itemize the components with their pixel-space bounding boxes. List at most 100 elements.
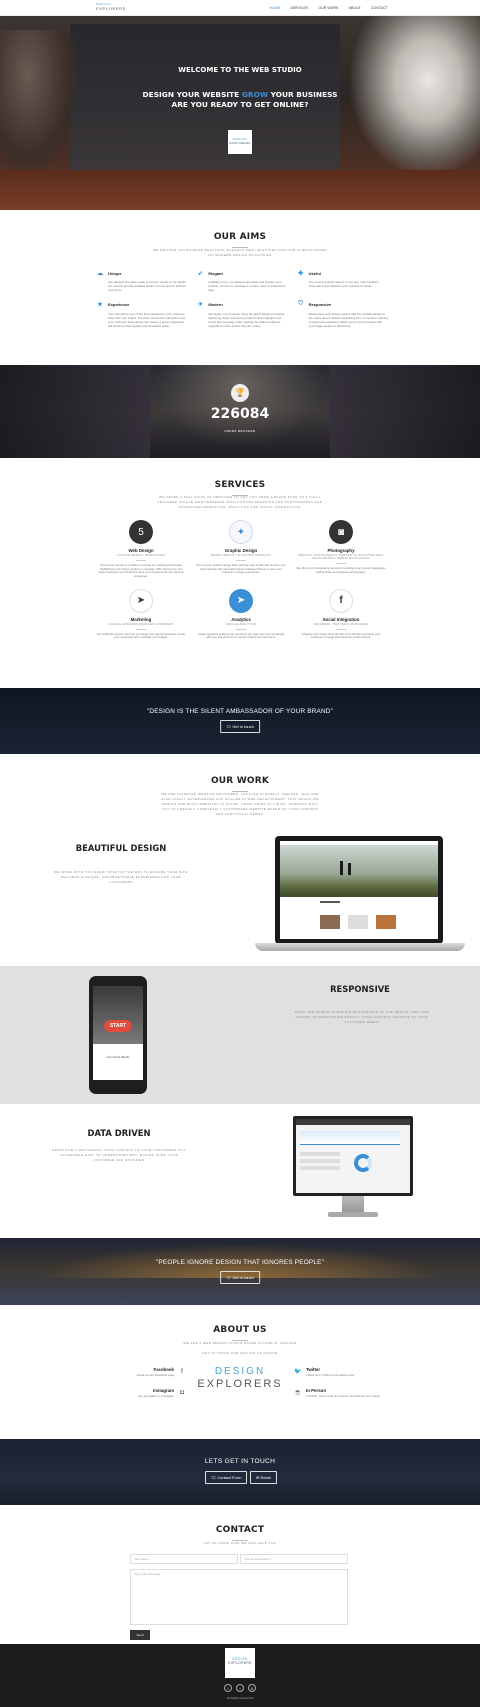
name-input[interactable]: Your Name *: [130, 1554, 238, 1564]
service-text: Our primary service is to deliver a uniq…: [98, 562, 184, 579]
service-photography: ◙ Photography PRODUCT PHOTOGRAPHY, PORTR…: [296, 520, 386, 579]
about-subtitle-2: GET IN TOUCH AND FOLLOW US ONLINE: [202, 1351, 278, 1355]
service-name: Social Integration: [322, 616, 360, 622]
analytics-icon: ➤: [229, 588, 253, 613]
contact-form-button[interactable]: 🗨 Contact Form: [205, 1471, 248, 1484]
chat-icon: 🗨: [211, 1475, 217, 1480]
service-text: Using integrated analytics we can show y…: [197, 631, 285, 640]
quote-text: "PEOPLE IGNORE DESIGN THAT IGNORES PEOPL…: [155, 1259, 325, 1266]
chat-icon: 🗨: [226, 724, 232, 729]
about-logo-line2: EXPLORERS: [197, 1378, 283, 1390]
about-twitter[interactable]: Twitter Follow us on Twitter for the lat…: [306, 1367, 396, 1377]
about-in-person: In Person In Dublin. Come meet us in per…: [306, 1388, 396, 1398]
hero-logo-line2: EXPLORERS: [229, 141, 251, 145]
nav-item-our-work[interactable]: OUR WORK: [318, 6, 338, 10]
service-social: f Social Integration FACEBOOK, TWITTER &…: [296, 588, 386, 640]
phone-mockup: START Let's Get Its Results: [89, 976, 147, 1094]
counter-number: 226084: [210, 406, 270, 422]
nav-item-contact[interactable]: CONTACT: [371, 6, 388, 10]
aims-section: OUR AIMS WE DELIVER TAILOR MADE BEAUTIFU…: [0, 210, 480, 365]
about-subtitle-1: WE ARE A WEB DESIGN STUDIO BASED IN DUBL…: [183, 1341, 297, 1345]
contact-subtitle: LET US KNOW HOW WE CAN HELP YOU: [203, 1541, 277, 1545]
beautiful-design-title: BEAUTIFUL DESIGN: [75, 843, 167, 853]
about-logo: DESIGN EXPLORERS: [197, 1366, 283, 1398]
monitor-foot: [328, 1212, 378, 1217]
aim-elegant: ➶ Elegant Usability is key, our designs a…: [196, 269, 287, 293]
facebook-icon[interactable]: f: [224, 1684, 232, 1692]
email-label: Email: [260, 1475, 271, 1480]
data-driven-section: DATA DRIVEN EFFECTIVELY DELIVERING YOUR …: [0, 1104, 480, 1238]
preview-thumb: [348, 915, 368, 929]
service-divider: [136, 629, 146, 630]
nav-item-home[interactable]: HOME: [269, 6, 280, 10]
laptop-base: [255, 943, 465, 951]
analytics-dashboard: [296, 1119, 410, 1193]
service-tag: GOOGLE ANALYTICS: [225, 622, 257, 626]
service-name: Web Design: [128, 548, 154, 553]
service-divider: [136, 560, 146, 561]
hero-logo: DESIGN EXPLORERS: [228, 130, 252, 154]
about-instagram[interactable]: Instagram See our gallery on Instagram: [84, 1388, 174, 1398]
quote-section-1: "DESIGN IS THE SILENT AMBASSADOR OF YOUR…: [0, 688, 480, 754]
hero-headline-a: DESIGN YOUR WEBSITE: [142, 90, 242, 99]
service-text: We offer a full photography service for …: [296, 565, 386, 574]
footer-logo-line2: EXPLORERS: [228, 1661, 252, 1666]
email-button[interactable]: ✉ Email: [250, 1471, 277, 1484]
instagram-icon[interactable]: ◘: [178, 1389, 186, 1397]
monitor-screen: [293, 1116, 413, 1196]
aims-grid: ☁ Unique Our designs are tailor made to s…: [96, 269, 388, 329]
get-in-touch-button[interactable]: 🗨 Get in touch: [220, 1271, 260, 1284]
phone-caption: Let's Get Its Results: [106, 1056, 130, 1059]
camera-icon: ◙: [329, 520, 353, 544]
footer-copyright: All Rights Reserved: [226, 1696, 254, 1700]
aims-title: OUR AIMS: [213, 232, 267, 242]
plane-icon: ✈: [197, 302, 203, 309]
about-facebook-text: Check out our Facebook page: [136, 1373, 174, 1377]
aim-text: Your site will be one of the first inter…: [108, 311, 186, 329]
instagram-icon[interactable]: ◘: [248, 1684, 256, 1692]
about-facebook[interactable]: Facebook Check out our Facebook page: [84, 1367, 174, 1377]
person-silhouette: [348, 863, 351, 875]
message-textarea[interactable]: Type your Message *: [130, 1569, 348, 1625]
service-divider: [236, 629, 246, 630]
laptop-site-preview: [280, 841, 438, 939]
aim-experience: ★ Experience Your site will be one of the…: [96, 301, 187, 329]
shield-icon: ⛉: [298, 301, 303, 308]
monitor-mockup: [293, 1116, 413, 1226]
about-facebook-title: Facebook: [153, 1367, 175, 1372]
laptop-hero-photo: [280, 845, 438, 897]
hero-headline-b: YOUR BUSINESS: [268, 90, 338, 99]
dashboard-topbar: [296, 1119, 410, 1125]
nav-item-services[interactable]: SERVICES: [290, 6, 308, 10]
aim-text: Our designs are tailor made to suit the …: [108, 280, 187, 293]
service-text: Integrate your social accounts with your…: [301, 631, 381, 640]
send-button[interactable]: Send: [130, 1630, 150, 1640]
facebook-icon[interactable]: f: [178, 1368, 186, 1376]
service-tag: CUSTOM DESIGN, RESPONSIVE: [117, 554, 165, 557]
nav-item-about[interactable]: ABOUT: [349, 6, 361, 10]
aims-subtitle: WE DELIVER TAILOR MADE BEAUTIFUL ELEGANT…: [152, 248, 328, 257]
contact-form-label: Contact Form: [217, 1475, 242, 1480]
nav-menu: HOME SERVICES OUR WORK ABOUT CONTACT: [269, 6, 388, 10]
twitter-icon[interactable]: t: [236, 1684, 244, 1692]
hero-headline-highlight: GROW: [241, 90, 269, 99]
get-in-touch-button[interactable]: 🗨 Get in touch: [220, 720, 260, 733]
nav-logo[interactable]: DESIGN EXPLORERS: [96, 2, 126, 10]
aim-text: The most important aspect to any site, t…: [308, 280, 379, 289]
about-in-person-title: In Person: [306, 1388, 327, 1393]
footer: DESIGN EXPLORERS f t ◘ All Rights Reserv…: [0, 1644, 480, 1707]
email-input[interactable]: Your Email Address *: [240, 1554, 348, 1564]
dashboard-metric: [300, 1159, 340, 1163]
aim-title: Elegant: [208, 270, 223, 276]
rocket-icon: ➶: [197, 270, 203, 277]
facebook-icon: f: [329, 588, 353, 613]
hero-headline: DESIGN YOUR WEBSITE GROW YOUR BUSINESS A…: [0, 90, 480, 110]
person-silhouette: [340, 861, 343, 875]
aim-useful: ✤ Useful The most important aspect to any…: [297, 269, 388, 293]
services-subtitle: WE OFFER A FULL SUITE OF SERVICES TO GET…: [157, 495, 323, 509]
responsive-text: WHEN THE WIDEST AUDIENCE REGARDLESS OF T…: [294, 1010, 430, 1024]
service-divider: [336, 563, 346, 564]
twitter-icon[interactable]: 🐦: [294, 1368, 302, 1376]
dashboard-line-chart: [300, 1131, 400, 1145]
quote-section-2: "PEOPLE IGNORE DESIGN THAT IGNORES PEOPL…: [0, 1238, 480, 1305]
